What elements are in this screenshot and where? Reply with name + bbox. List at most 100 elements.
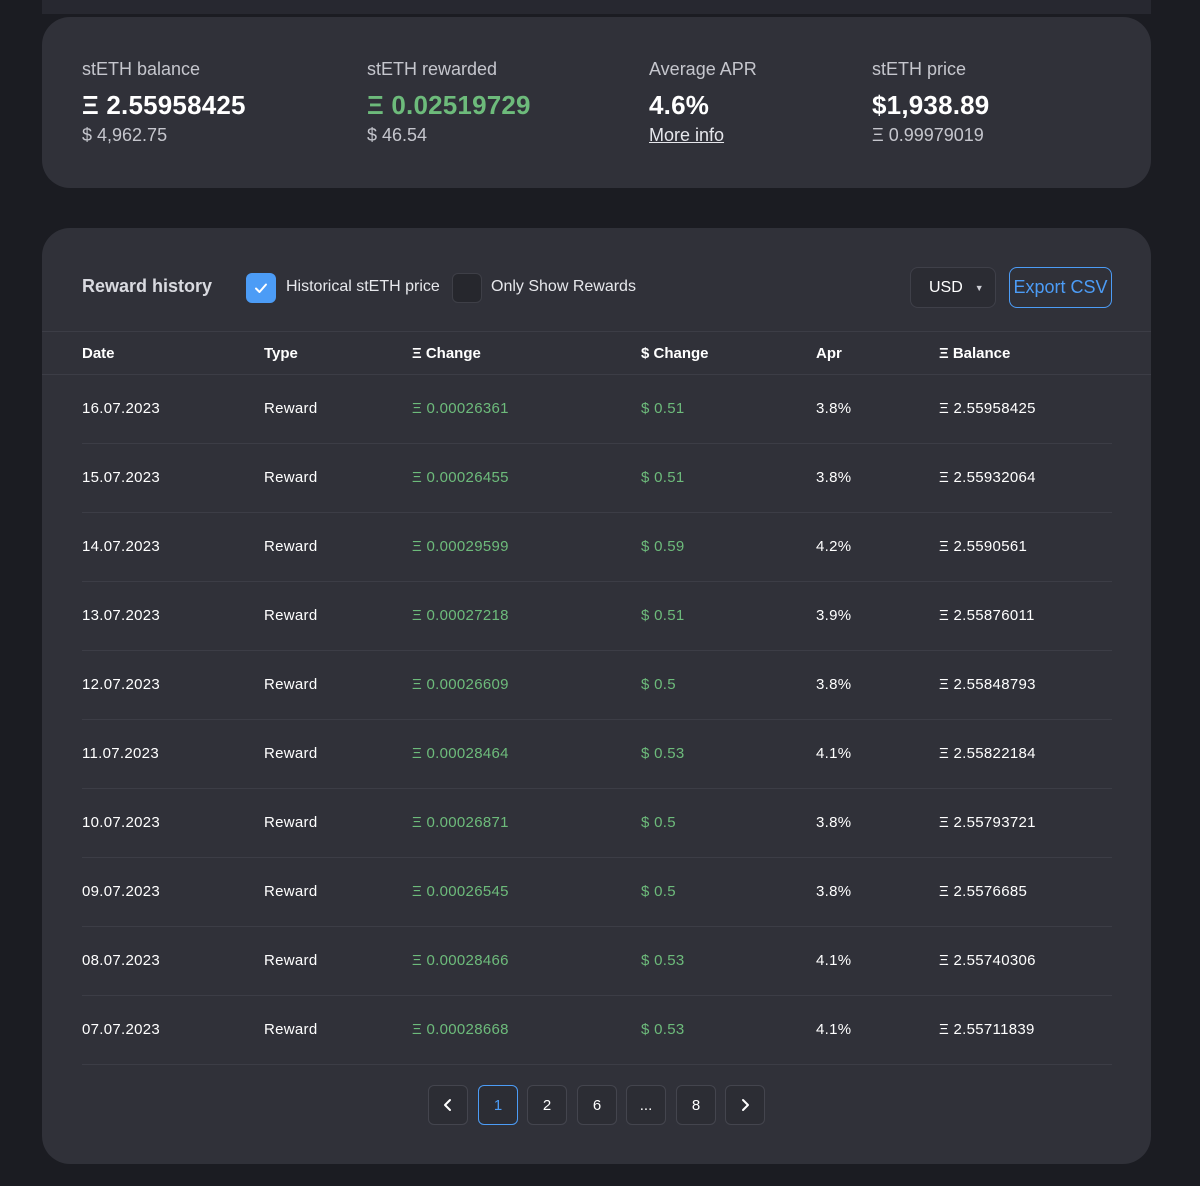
steth-price-label: stETH price: [872, 59, 967, 79]
column-header-eth-change: Ξ Change: [412, 345, 481, 362]
cell-date: 07.07.2023: [82, 1021, 161, 1038]
cell-apr: 3.8%: [816, 469, 852, 486]
cell-eth-change: Ξ 0.00028464: [412, 745, 509, 762]
cell-usd-change: $ 0.53: [641, 1021, 685, 1038]
caret-down-icon: ▼: [974, 282, 984, 293]
steth-balance-label: stETH balance: [82, 59, 201, 79]
cell-balance: Ξ 2.55932064: [939, 469, 1036, 486]
column-header-type: Type: [264, 345, 298, 362]
steth-rewarded-label: stETH rewarded: [367, 59, 498, 79]
cell-balance: Ξ 2.55711839: [939, 1021, 1035, 1038]
cell-balance: Ξ 2.55740306: [939, 952, 1036, 969]
page-button-6[interactable]: 6: [577, 1085, 617, 1125]
historical-price-label[interactable]: Historical stETH price: [286, 278, 440, 296]
table-header: Date Type Ξ Change $ Change Apr Ξ Balanc…: [42, 333, 1151, 375]
cell-usd-change: $ 0.53: [641, 745, 685, 762]
cell-type: Reward: [264, 952, 318, 969]
cell-apr: 3.8%: [816, 883, 852, 900]
cell-usd-change: $ 0.51: [641, 469, 685, 486]
cell-apr: 4.1%: [816, 1021, 852, 1038]
more-info-link[interactable]: More info: [649, 123, 757, 147]
cell-date: 15.07.2023: [82, 469, 161, 486]
only-show-rewards-label[interactable]: Only Show Rewards: [491, 278, 636, 296]
cell-balance: Ξ 2.55958425: [939, 400, 1036, 417]
table-row: 10.07.2023 Reward Ξ 0.00026871 $ 0.5 3.8% Ξ 2…: [82, 789, 1112, 858]
table-row: 13.07.2023 Reward Ξ 0.00027218 $ 0.51 3.9% Ξ …: [82, 582, 1112, 651]
reward-history-rows: 16.07.2023 Reward Ξ 0.00026361 $ 0.51 3.8% Ξ …: [82, 375, 1112, 1065]
export-csv-button[interactable]: Export CSV: [1009, 267, 1112, 308]
page-button-2[interactable]: 2: [527, 1085, 567, 1125]
table-row: 16.07.2023 Reward Ξ 0.00026361 $ 0.51 3.8% Ξ …: [82, 375, 1112, 444]
average-apr-value: 4.6%: [649, 90, 710, 120]
cell-usd-change: $ 0.51: [641, 607, 685, 624]
cell-balance: Ξ 2.5576685: [939, 883, 1028, 900]
page-ellipsis: ...: [626, 1085, 666, 1125]
cell-type: Reward: [264, 607, 318, 624]
cell-usd-change: $ 0.5: [641, 883, 676, 900]
cell-balance: Ξ 2.55876011: [939, 607, 1035, 624]
steth-price-stat: stETH price $1,938.89 Ξ 0.99979019: [872, 57, 989, 147]
cell-eth-change: Ξ 0.00026871: [412, 814, 509, 831]
cell-eth-change: Ξ 0.00028668: [412, 1021, 509, 1038]
cell-eth-change: Ξ 0.00026545: [412, 883, 509, 900]
cell-date: 16.07.2023: [82, 400, 161, 417]
cell-eth-change: Ξ 0.00026361: [412, 400, 509, 417]
column-header-apr: Apr: [816, 345, 842, 362]
cell-apr: 4.1%: [816, 745, 852, 762]
steth-price-eth: Ξ 0.99979019: [872, 125, 984, 145]
average-apr-label: Average APR: [649, 59, 757, 79]
table-row: 08.07.2023 Reward Ξ 0.00028466 $ 0.53 4.1% Ξ …: [82, 927, 1112, 996]
reward-history-card: Reward history Historical stETH price On…: [42, 228, 1151, 1164]
cell-balance: Ξ 2.5590561: [939, 538, 1028, 555]
column-header-usd-change: $ Change: [641, 345, 709, 362]
table-row: 12.07.2023 Reward Ξ 0.00026609 $ 0.5 3.8% Ξ 2…: [82, 651, 1112, 720]
page-button-8[interactable]: 8: [676, 1085, 716, 1125]
cell-type: Reward: [264, 676, 318, 693]
cell-apr: 3.8%: [816, 676, 852, 693]
reward-history-toolbar: Reward history Historical stETH price On…: [42, 228, 1151, 332]
cell-apr: 3.9%: [816, 607, 852, 624]
cell-eth-change: Ξ 0.00026455: [412, 469, 509, 486]
cell-usd-change: $ 0.5: [641, 676, 676, 693]
steth-price-value: $1,938.89: [872, 90, 990, 120]
cell-usd-change: $ 0.51: [641, 400, 685, 417]
cell-type: Reward: [264, 883, 318, 900]
prev-page-button[interactable]: [428, 1085, 468, 1125]
cell-eth-change: Ξ 0.00029599: [412, 538, 509, 555]
steth-balance-usd: $ 4,962.75: [82, 125, 168, 145]
historical-price-checkbox[interactable]: [246, 273, 276, 303]
page-button-1[interactable]: 1: [478, 1085, 518, 1125]
cell-date: 12.07.2023: [82, 676, 161, 693]
only-show-rewards-checkbox[interactable]: [452, 273, 482, 303]
cell-date: 13.07.2023: [82, 607, 161, 624]
cell-balance: Ξ 2.55822184: [939, 745, 1036, 762]
next-page-button[interactable]: [725, 1085, 765, 1125]
table-row: 09.07.2023 Reward Ξ 0.00026545 $ 0.5 3.8% Ξ 2…: [82, 858, 1112, 927]
steth-rewarded-usd: $ 46.54: [367, 125, 428, 145]
currency-select[interactable]: USD ▼: [910, 267, 996, 308]
steth-balance-value: Ξ 2.55958425: [82, 90, 246, 120]
cell-date: 14.07.2023: [82, 538, 161, 555]
cell-type: Reward: [264, 1021, 318, 1038]
cell-apr: 3.8%: [816, 814, 852, 831]
previous-card-edge: [42, 0, 1151, 14]
steth-rewarded-stat: stETH rewarded Ξ 0.02519729 $ 46.54: [367, 57, 531, 147]
table-row: 15.07.2023 Reward Ξ 0.00026455 $ 0.51 3.8% Ξ …: [82, 444, 1112, 513]
chevron-right-icon: [742, 1099, 749, 1111]
cell-date: 10.07.2023: [82, 814, 161, 831]
cell-type: Reward: [264, 745, 318, 762]
cell-type: Reward: [264, 814, 318, 831]
summary-card: stETH balance Ξ 2.55958425 $ 4,962.75 st…: [42, 17, 1151, 188]
currency-select-value: USD: [929, 278, 963, 296]
cell-usd-change: $ 0.5: [641, 814, 676, 831]
column-header-date: Date: [82, 345, 115, 362]
cell-date: 09.07.2023: [82, 883, 161, 900]
cell-usd-change: $ 0.59: [641, 538, 685, 555]
cell-type: Reward: [264, 469, 318, 486]
table-row: 11.07.2023 Reward Ξ 0.00028464 $ 0.53 4.1% Ξ …: [82, 720, 1112, 789]
cell-type: Reward: [264, 400, 318, 417]
steth-balance-stat: stETH balance Ξ 2.55958425 $ 4,962.75: [82, 57, 246, 147]
cell-apr: 4.1%: [816, 952, 852, 969]
cell-balance: Ξ 2.55793721: [939, 814, 1036, 831]
cell-eth-change: Ξ 0.00026609: [412, 676, 509, 693]
